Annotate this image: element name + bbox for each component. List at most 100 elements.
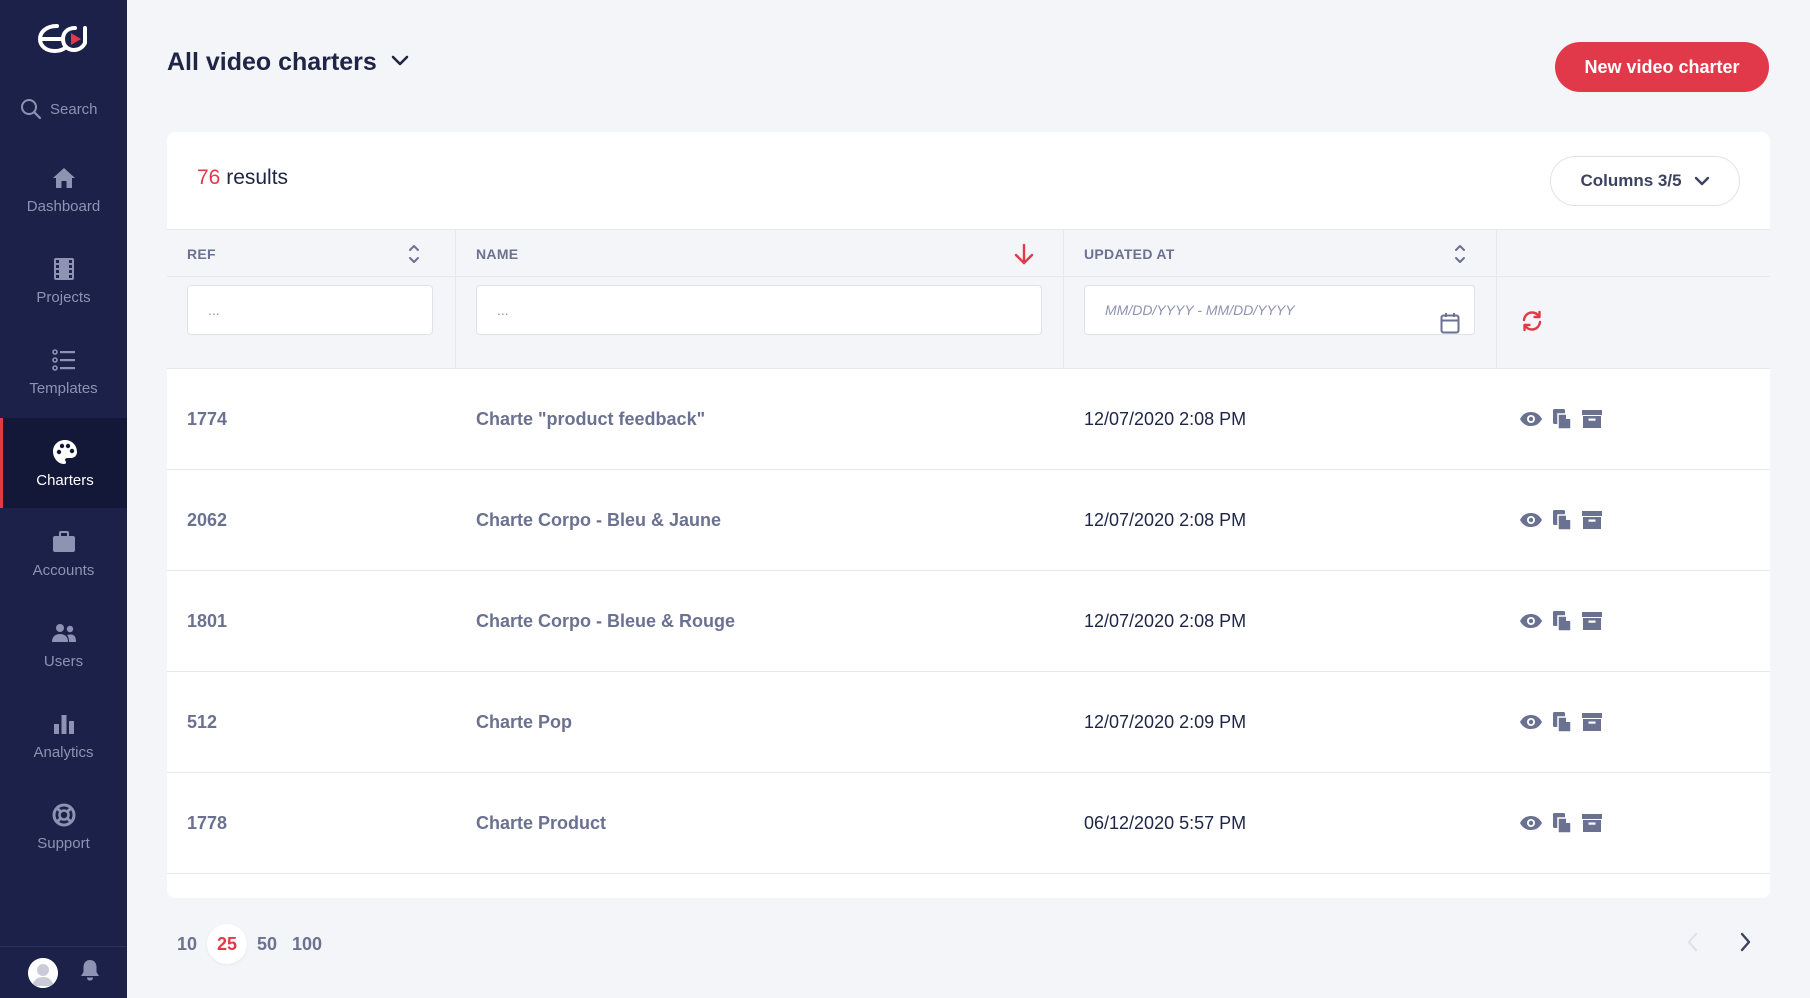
duplicate-icon[interactable] bbox=[1552, 408, 1572, 430]
sidebar-item-accounts[interactable]: Accounts bbox=[0, 510, 127, 596]
eye-icon[interactable] bbox=[1519, 714, 1543, 730]
sidebar-item-dashboard[interactable]: Dashboard bbox=[0, 146, 127, 232]
table-row[interactable]: 1774 Charte "product feedback" 12/07/202… bbox=[167, 369, 1770, 470]
cell-name[interactable]: Charte Corpo - Bleu & Jaune bbox=[476, 470, 721, 570]
page-title: All video charters bbox=[167, 48, 377, 76]
ref-filter-input[interactable] bbox=[187, 285, 433, 335]
app-logo[interactable] bbox=[0, 18, 127, 62]
bar-chart-icon bbox=[50, 710, 78, 738]
date-range-input[interactable] bbox=[1084, 285, 1475, 335]
eye-icon[interactable] bbox=[1519, 411, 1543, 427]
page-size-25[interactable]: 25 bbox=[207, 924, 247, 964]
calendar-icon[interactable] bbox=[1440, 312, 1460, 339]
cell-updated-at: 12/07/2020 2:08 PM bbox=[1084, 408, 1247, 429]
bell-icon[interactable] bbox=[80, 959, 100, 986]
table-row[interactable]: 2062 Charte Corpo - Bleu & Jaune 12/07/2… bbox=[167, 470, 1770, 571]
sidebar-item-label: Support bbox=[37, 834, 90, 852]
reset-filters-icon[interactable] bbox=[1520, 309, 1544, 338]
avatar[interactable] bbox=[27, 957, 58, 988]
sidebar-item-label: Accounts bbox=[32, 561, 95, 579]
archive-icon[interactable] bbox=[1581, 611, 1603, 631]
search-icon bbox=[21, 99, 42, 120]
sidebar-item-label: Analytics bbox=[33, 743, 94, 761]
page-size-10[interactable]: 10 bbox=[167, 924, 207, 964]
cell-ref: 1778 bbox=[187, 812, 228, 833]
cell-name[interactable]: Charte Product bbox=[476, 773, 606, 873]
cell-updated-at: 12/07/2020 2:08 PM bbox=[1084, 610, 1247, 631]
duplicate-icon[interactable] bbox=[1552, 509, 1572, 531]
cell-name[interactable]: Charte "product feedback" bbox=[476, 369, 705, 469]
duplicate-icon[interactable] bbox=[1552, 610, 1572, 632]
cell-ref: 512 bbox=[187, 711, 218, 732]
sidebar-item-label: Templates bbox=[29, 379, 98, 397]
row-actions bbox=[1519, 672, 1603, 772]
archive-icon[interactable] bbox=[1581, 813, 1603, 833]
cell-name[interactable]: Charte Pop bbox=[476, 672, 572, 772]
cell-ref: 1801 bbox=[187, 610, 228, 631]
page-size-50[interactable]: 50 bbox=[247, 924, 287, 964]
column-header-ref: REF bbox=[187, 246, 216, 262]
cell-ref: 2062 bbox=[187, 509, 228, 530]
row-actions bbox=[1519, 369, 1603, 469]
name-filter-input[interactable] bbox=[476, 285, 1042, 335]
table-header: REF NAME UPDATED AT bbox=[167, 229, 1770, 277]
list-icon bbox=[50, 346, 78, 374]
page-size-100[interactable]: 100 bbox=[287, 924, 327, 964]
cell-name[interactable]: Charte Corpo - Bleue & Rouge bbox=[476, 571, 735, 671]
chevron-right-icon[interactable] bbox=[1737, 930, 1753, 959]
archive-icon[interactable] bbox=[1581, 510, 1603, 530]
lifebuoy-icon bbox=[50, 801, 78, 829]
new-video-charter-button[interactable]: New video charter bbox=[1555, 42, 1769, 92]
table-row[interactable]: 1778 Charte Product 06/12/2020 5:57 PM bbox=[167, 773, 1770, 874]
users-icon bbox=[50, 619, 78, 647]
columns-button[interactable]: Columns 3/5 bbox=[1550, 156, 1740, 206]
sidebar: Search Dashboard Projects Templates Char… bbox=[0, 0, 127, 998]
row-actions bbox=[1519, 773, 1603, 873]
column-divider bbox=[455, 229, 456, 369]
sidebar-item-label: Users bbox=[43, 652, 84, 670]
results-label: results bbox=[226, 166, 289, 189]
sidebar-item-label: Projects bbox=[36, 288, 91, 306]
columns-button-label: Columns 3/5 bbox=[1580, 171, 1682, 190]
chevron-down-icon bbox=[1694, 171, 1710, 191]
sidebar-item-users[interactable]: Users bbox=[0, 601, 127, 687]
sidebar-search-label: Search bbox=[50, 100, 98, 118]
eye-icon[interactable] bbox=[1519, 512, 1543, 528]
duplicate-icon[interactable] bbox=[1552, 812, 1572, 834]
column-divider bbox=[1063, 229, 1064, 369]
results-card: 76 results Columns 3/5 REF NAME UPDATED … bbox=[167, 132, 1770, 898]
duplicate-icon[interactable] bbox=[1552, 711, 1572, 733]
palette-icon bbox=[51, 438, 79, 466]
arrow-down-icon[interactable] bbox=[1013, 242, 1035, 271]
results-number: 76 bbox=[197, 166, 221, 189]
sort-icon[interactable] bbox=[408, 242, 420, 271]
chevron-left-icon[interactable] bbox=[1685, 930, 1701, 959]
sort-icon[interactable] bbox=[1454, 242, 1466, 271]
table-row[interactable]: 1801 Charte Corpo - Bleue & Rouge 12/07/… bbox=[167, 571, 1770, 672]
sidebar-item-projects[interactable]: Projects bbox=[0, 237, 127, 323]
briefcase-icon bbox=[50, 528, 78, 556]
sidebar-item-templates[interactable]: Templates bbox=[0, 328, 127, 414]
cell-ref: 1774 bbox=[187, 408, 228, 429]
table-row[interactable]: 512 Charte Pop 12/07/2020 2:09 PM bbox=[167, 672, 1770, 773]
archive-icon[interactable] bbox=[1581, 409, 1603, 429]
cell-updated-at: 06/12/2020 5:57 PM bbox=[1084, 812, 1247, 833]
chevron-down-icon bbox=[391, 54, 409, 72]
page-size-selector: 10 25 50 100 bbox=[167, 922, 327, 966]
row-actions bbox=[1519, 571, 1603, 671]
film-icon bbox=[50, 255, 78, 283]
column-header-updated-at: UPDATED AT bbox=[1084, 246, 1175, 262]
archive-icon[interactable] bbox=[1581, 712, 1603, 732]
sidebar-item-analytics[interactable]: Analytics bbox=[0, 692, 127, 778]
sidebar-footer bbox=[0, 946, 127, 998]
sidebar-item-charters[interactable]: Charters bbox=[0, 418, 127, 508]
eye-icon[interactable] bbox=[1519, 613, 1543, 629]
cell-updated-at: 12/07/2020 2:09 PM bbox=[1084, 711, 1247, 732]
sidebar-item-label: Dashboard bbox=[26, 197, 101, 215]
sidebar-search[interactable]: Search bbox=[20, 98, 98, 120]
eye-icon[interactable] bbox=[1519, 815, 1543, 831]
sidebar-item-support[interactable]: Support bbox=[0, 783, 127, 869]
cell-updated-at: 12/07/2020 2:08 PM bbox=[1084, 509, 1247, 530]
home-icon bbox=[50, 164, 78, 192]
page-title-dropdown[interactable]: All video charters bbox=[167, 48, 409, 77]
